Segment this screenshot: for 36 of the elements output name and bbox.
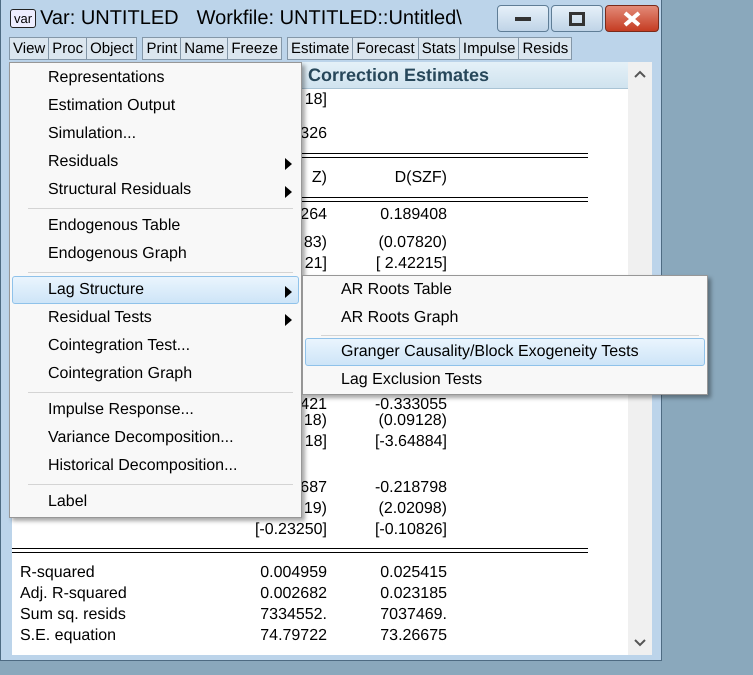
table-cell: 83) — [304, 234, 327, 251]
table-cell: 18) — [304, 412, 327, 429]
table-cell: 73.26675 — [380, 627, 447, 644]
table-cell: 19) — [304, 500, 327, 517]
table-cell: (2.02098) — [378, 500, 447, 517]
table-cell: -0.218798 — [374, 479, 447, 496]
table-cell: 0.002682 — [260, 585, 327, 602]
table-cell: 0.004959 — [260, 564, 327, 581]
table-cell: (0.07820) — [378, 234, 447, 251]
table-cell: 326 — [300, 125, 327, 142]
row-label: R-squared — [20, 564, 95, 581]
table-cell: 264 — [300, 206, 327, 223]
table-cell: 0.023185 — [380, 585, 447, 602]
table-cell: 0.189408 — [380, 206, 447, 223]
table-cell: 421 — [300, 396, 327, 413]
table-cell: [-0.10826] — [374, 521, 447, 538]
table-cell: [-0.23250] — [254, 521, 327, 538]
row-label: Sum sq. resids — [20, 606, 126, 623]
app-icon: var — [10, 9, 36, 28]
row-label: Adj. R-squared — [20, 585, 127, 602]
table-cell: 18] — [304, 91, 327, 108]
table-cell: 18] — [304, 433, 327, 450]
table-cell: -0.333055 — [374, 396, 447, 413]
table-cell: [ 2.42215] — [376, 255, 447, 272]
row-label: S.E. equation — [20, 627, 116, 644]
table-cell: Z) — [312, 169, 327, 186]
workfile-title: Workfile: UNTITLED::Untitled\ — [196, 7, 462, 30]
table-cell: [-3.64884] — [374, 433, 447, 450]
table-cell: 7037469. — [380, 606, 447, 623]
table-cell: 74.79722 — [260, 627, 327, 644]
table-cell: (0.09128) — [378, 412, 447, 429]
table-cell: 7334552. — [260, 606, 327, 623]
table-cell: D(SZF) — [394, 169, 447, 186]
window-title: Var: UNTITLED — [40, 7, 179, 30]
table-cell: 0.025415 — [380, 564, 447, 581]
table-cell: 21] — [304, 255, 327, 272]
